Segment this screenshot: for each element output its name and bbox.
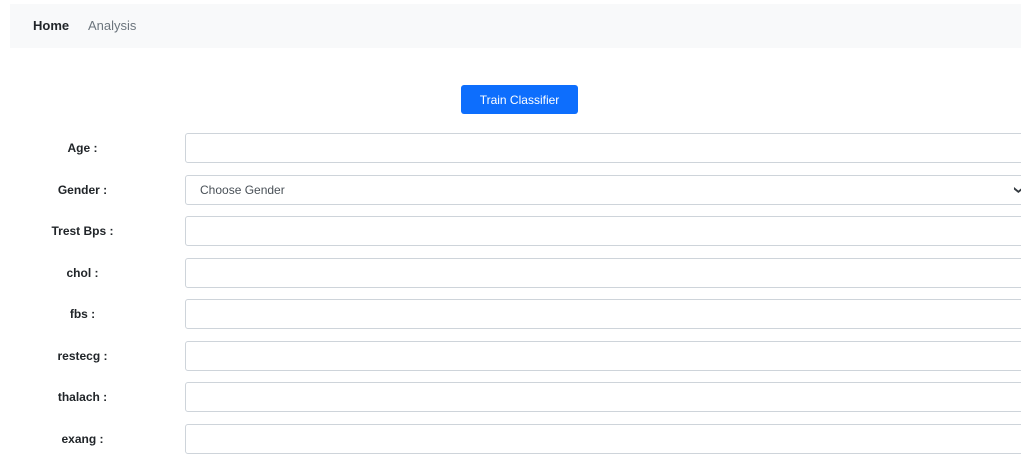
age-label: Age : [67, 141, 98, 155]
trestbps-label: Trest Bps : [51, 224, 114, 238]
train-classifier-button[interactable]: Train Classifier [461, 85, 578, 114]
exang-input[interactable] [185, 424, 1021, 454]
nav-analysis-link[interactable]: Analysis [88, 18, 136, 33]
form-row-gender: Gender : Choose Gender ❯ [0, 175, 1021, 205]
age-input[interactable] [185, 133, 1021, 163]
fbs-input[interactable] [185, 299, 1021, 329]
form-row-restecg: restecg : [0, 341, 1021, 371]
gender-select[interactable]: Choose Gender ❯ [185, 175, 1021, 205]
chol-input[interactable] [185, 258, 1021, 288]
gender-select-value: Choose Gender [200, 183, 285, 197]
form-row-thalach: thalach : [0, 382, 1021, 412]
restecg-input[interactable] [185, 341, 1021, 371]
gender-label: Gender : [57, 183, 108, 197]
nav-home-link[interactable]: Home [33, 18, 69, 33]
thalach-label: thalach : [57, 390, 108, 404]
trestbps-input[interactable] [185, 216, 1021, 246]
restecg-label: restecg : [57, 349, 108, 363]
chol-label: chol : [66, 266, 99, 280]
form-row-fbs: fbs : [0, 299, 1021, 329]
thalach-input[interactable] [185, 382, 1021, 412]
form-row-chol: chol : [0, 258, 1021, 288]
form-row-exang: exang : [0, 424, 1021, 454]
fbs-label: fbs : [69, 307, 96, 321]
top-navbar: Home Analysis [10, 4, 1021, 48]
exang-label: exang : [61, 432, 104, 446]
chevron-down-icon: ❯ [1007, 185, 1021, 194]
form-row-age: Age : [0, 133, 1021, 163]
form-row-trestbps: Trest Bps : [0, 216, 1021, 246]
